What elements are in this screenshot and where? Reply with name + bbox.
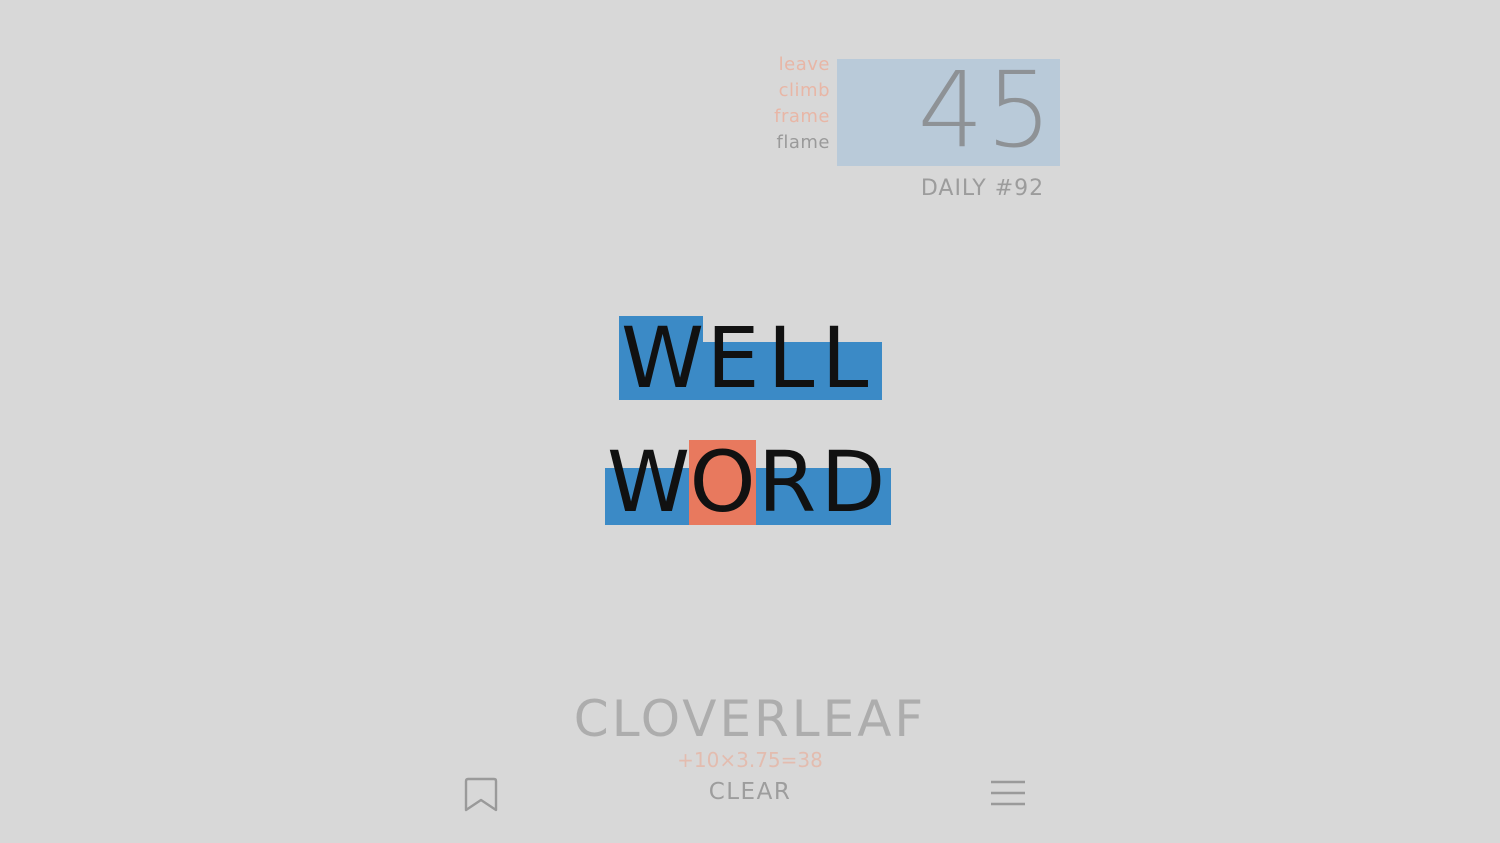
history-word: leave <box>778 54 830 75</box>
history-word: climb <box>778 80 830 101</box>
score-box: 45 <box>837 55 1060 166</box>
bookmark-button[interactable] <box>460 774 502 816</box>
daily-label: DAILY #92 <box>920 176 1045 201</box>
menu-icon <box>991 780 1025 806</box>
title-row-well: W E L L <box>619 309 882 407</box>
title-letter: L <box>821 309 869 407</box>
title-letter: R <box>757 433 817 531</box>
title-row-word: W O R D <box>605 433 891 531</box>
clear-button[interactable]: CLEAR <box>690 779 810 805</box>
title-letter: D <box>820 433 886 531</box>
title-letter: O <box>689 433 756 531</box>
title-letter: E <box>706 309 760 407</box>
history-word-current: flame <box>776 132 830 153</box>
history-word: frame <box>774 106 830 127</box>
title-letter: L <box>767 309 815 407</box>
bonus-word: CLOVERLEAF <box>573 690 927 748</box>
bookmark-icon <box>464 777 498 812</box>
menu-button[interactable] <box>986 774 1030 814</box>
score-value: 45 <box>917 49 1054 171</box>
word-history: leave climb frame flame <box>760 52 830 156</box>
bonus-formula: +10×3.75=38 <box>677 748 823 772</box>
title-letter: W <box>607 433 691 531</box>
title-letter: W <box>621 309 705 407</box>
game-screen: leave climb frame flame 45 DAILY #92 W E… <box>0 0 1500 843</box>
